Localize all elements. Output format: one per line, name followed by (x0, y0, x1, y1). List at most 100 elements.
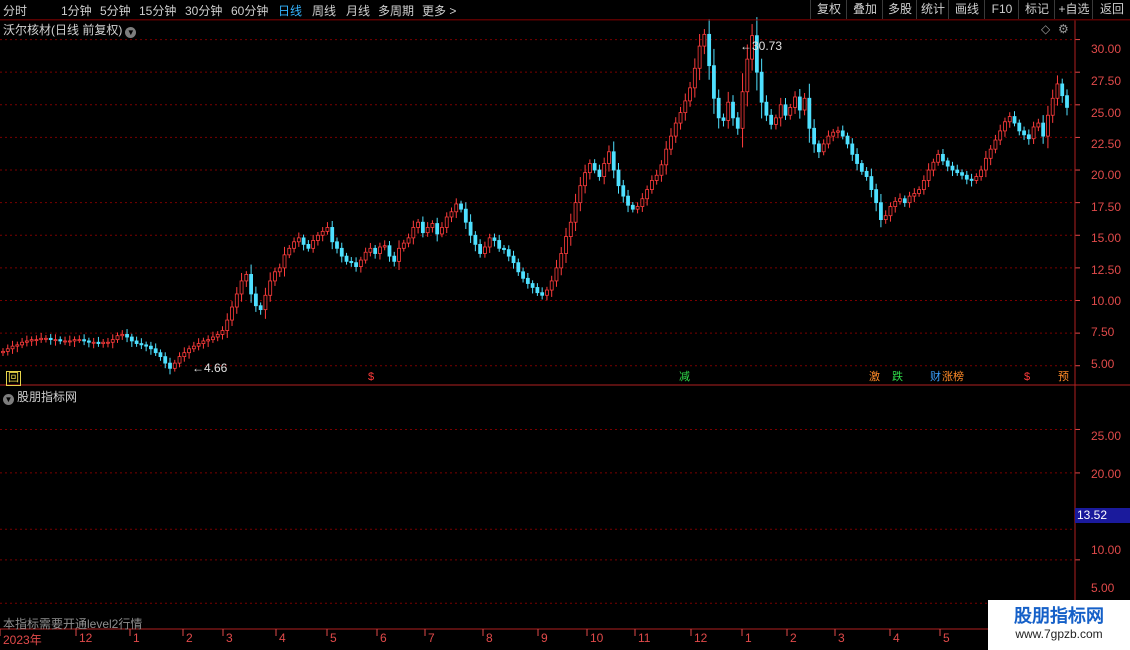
candle-body (554, 267, 559, 282)
candle-body (864, 170, 869, 177)
candle-body (483, 246, 487, 254)
candle-body (196, 343, 201, 347)
candle-body (206, 339, 211, 342)
candle-body (1041, 122, 1046, 137)
price-tick: 30.00 (1091, 42, 1122, 56)
candle-body (282, 254, 287, 269)
price-panel-title[interactable]: 沃尔核材(日线 前复权) ▼ (3, 21, 137, 38)
candle-body (29, 339, 34, 342)
candle-body (230, 306, 234, 321)
candle-body (688, 87, 692, 102)
candle-body (788, 107, 793, 116)
candle-body (478, 244, 483, 254)
candle-body (234, 293, 239, 308)
settings-gear-icon[interactable]: ⚙ (1058, 22, 1069, 36)
candle-body (53, 339, 58, 342)
candle-body (936, 153, 941, 163)
candle-body (635, 206, 640, 210)
candle-body (368, 247, 373, 253)
candle-body (979, 169, 984, 177)
candle-body (540, 292, 545, 296)
candle-body (597, 169, 602, 177)
diamond-icon[interactable]: ◇ (1041, 22, 1050, 36)
candle-body (177, 356, 182, 364)
candle-body (826, 135, 831, 145)
candle-body (187, 348, 191, 354)
candle-body (335, 241, 339, 249)
candle-body (707, 33, 712, 67)
event-marker-dividend[interactable]: $ (367, 371, 375, 384)
candle-body (535, 287, 540, 294)
candle-body (139, 343, 144, 346)
date-tick: 1 (133, 631, 140, 645)
candle-body (640, 198, 645, 207)
candle-body (926, 169, 931, 181)
candle-body (101, 341, 106, 344)
price-chart[interactable] (0, 0, 1130, 650)
candle-body (244, 274, 249, 282)
date-tick: 4 (893, 631, 900, 645)
event-marker-incentive[interactable]: 激 (868, 371, 881, 384)
candle-body (816, 143, 821, 153)
candle-body (568, 221, 573, 237)
grid-lines (0, 39, 1080, 604)
candle-body (745, 58, 750, 93)
candle-body (721, 117, 726, 121)
event-marker-buyback[interactable]: 回 (6, 371, 21, 386)
candle-body (950, 165, 955, 171)
candle-body (5, 348, 10, 352)
price-tick: 10.00 (1091, 294, 1122, 308)
candle-body (1003, 121, 1007, 132)
candle-body (874, 189, 879, 204)
date-tick: 3 (226, 631, 233, 645)
price-tick: 25.00 (1091, 106, 1122, 120)
candle-body (63, 340, 67, 343)
candle-body (258, 305, 263, 311)
candle-body (850, 143, 855, 155)
candle-body (869, 176, 874, 191)
candle-body (921, 180, 926, 191)
candle-body (993, 139, 998, 150)
candle-body (435, 223, 440, 235)
candle-body (420, 221, 425, 234)
candle-body (740, 91, 745, 129)
candle-body (96, 341, 101, 344)
candle-body (673, 122, 678, 137)
price-tick: 27.50 (1091, 74, 1122, 88)
candle-body (459, 203, 463, 210)
candle-body (473, 234, 478, 245)
event-marker-drop[interactable]: 跌 (891, 371, 904, 384)
candle-body (115, 335, 120, 341)
chevron-down-icon[interactable]: ▼ (125, 27, 137, 38)
candle-body (645, 189, 650, 200)
candle-body (358, 259, 363, 267)
candle-body (831, 131, 836, 137)
candle-body (191, 345, 196, 350)
indicator-panel-title[interactable]: ▼ 股朋指标网 (3, 388, 77, 405)
candle-body (678, 112, 683, 124)
candle-body (401, 242, 406, 249)
event-marker-dividend[interactable]: $ (1023, 371, 1031, 384)
candle-body (1055, 83, 1060, 99)
event-marker-toplist[interactable]: 涨榜 (941, 371, 965, 384)
candle-body (311, 240, 316, 249)
candle-body (683, 100, 688, 114)
event-marker-reduce[interactable]: 减 (678, 371, 691, 384)
candle-body (931, 161, 936, 171)
candle-body (573, 202, 578, 223)
candle-body (592, 163, 597, 171)
candle-body (416, 221, 421, 228)
low-price-value: 4.66 (204, 361, 228, 375)
candle-body (15, 344, 20, 347)
candle-body (44, 337, 48, 340)
candle-body (1017, 122, 1022, 132)
candle-body (783, 104, 788, 116)
candle-body (387, 245, 392, 257)
candlestick-series (1, 17, 1069, 375)
event-marker-forecast[interactable]: 预 (1057, 371, 1070, 384)
candle-body (506, 249, 511, 257)
candle-body (983, 157, 988, 171)
candle-body (516, 262, 521, 273)
chevron-down-icon[interactable]: ▼ (3, 394, 14, 405)
candle-body (249, 274, 254, 295)
